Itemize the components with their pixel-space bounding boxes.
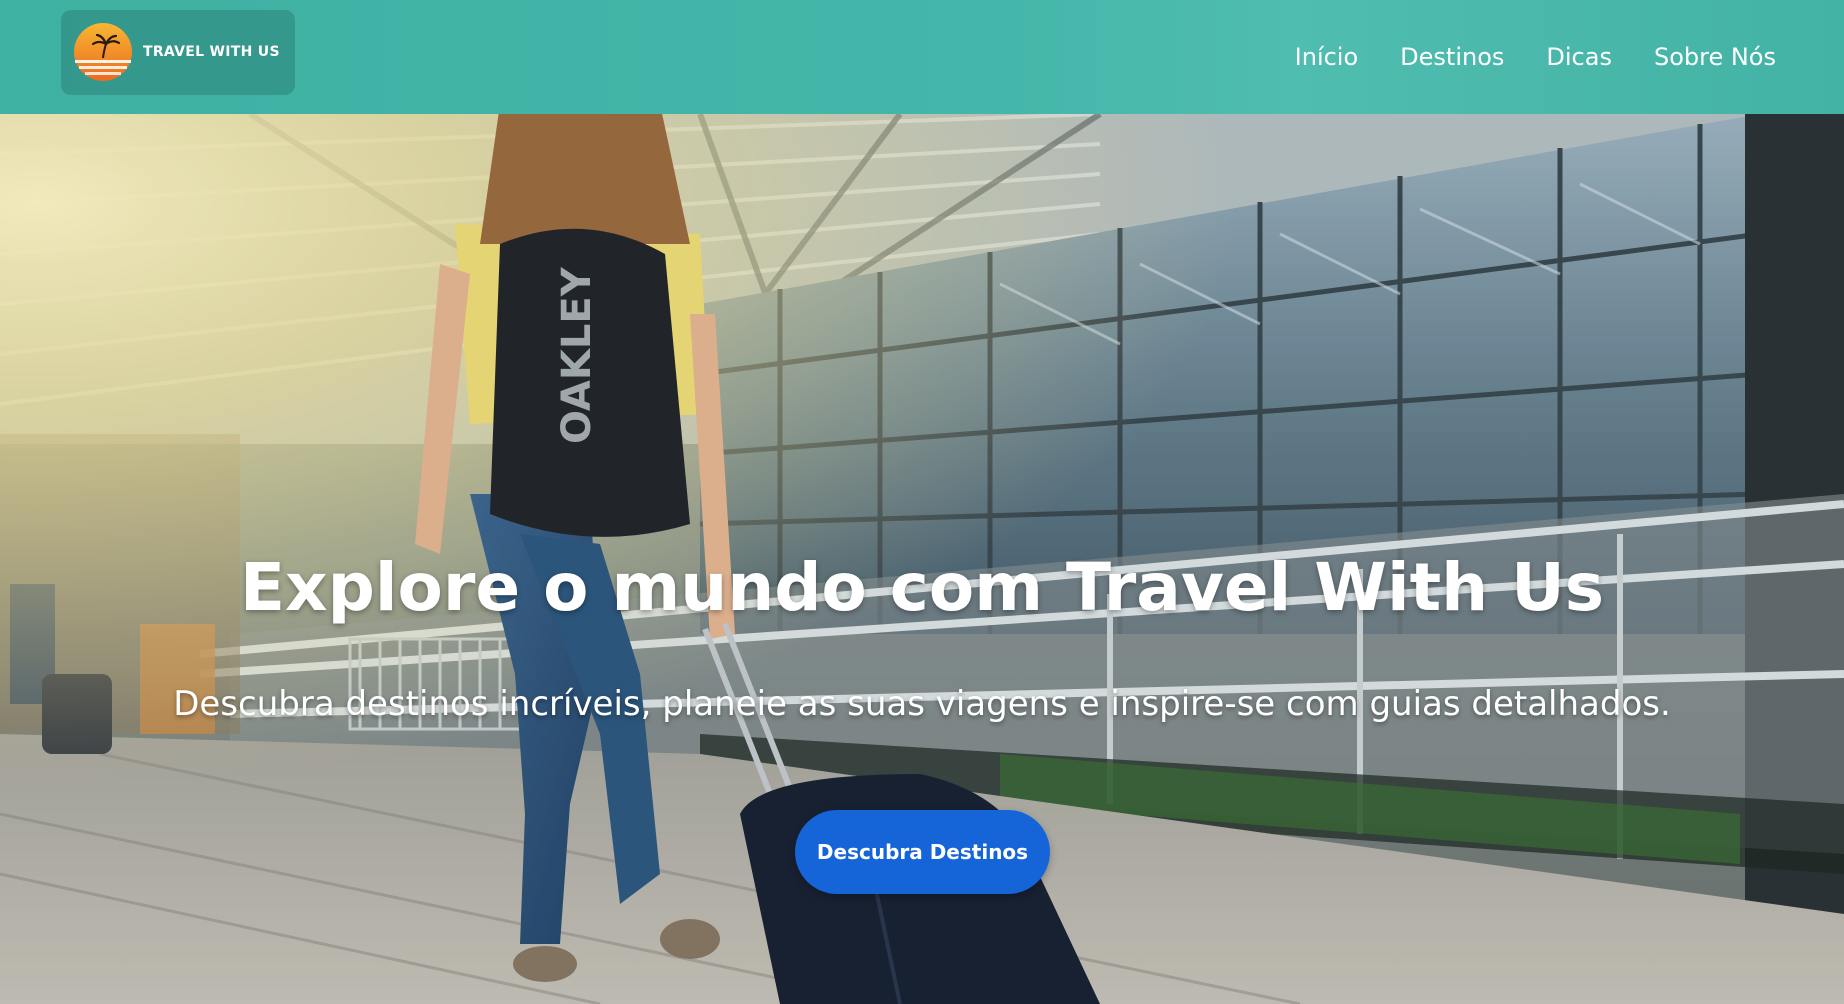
- nav-link-dicas[interactable]: Dicas: [1546, 43, 1612, 71]
- page: TRAVEL WITH US Início Destinos Dicas Sob…: [0, 0, 1844, 1004]
- logo-text: TRAVEL WITH US: [143, 44, 280, 60]
- logo-link[interactable]: TRAVEL WITH US: [61, 10, 295, 95]
- site-header: TRAVEL WITH US Início Destinos Dicas Sob…: [0, 0, 1844, 114]
- nav-link-destinos[interactable]: Destinos: [1400, 43, 1504, 71]
- nav-link-inicio[interactable]: Início: [1295, 43, 1359, 71]
- discover-destinations-button[interactable]: Descubra Destinos: [795, 810, 1050, 894]
- hero-title: Explore o mundo com Travel With Us: [239, 549, 1605, 626]
- hero-section: OAKLEY Explore o mundo com Travel With U…: [0, 114, 1844, 1004]
- sunset-palm-icon: [74, 23, 132, 81]
- hero-subtitle: Descubra destinos incríveis, planeie as …: [173, 684, 1671, 724]
- nav-link-sobre-nos[interactable]: Sobre Nós: [1654, 43, 1776, 71]
- main-nav: Início Destinos Dicas Sobre Nós: [1253, 0, 1844, 114]
